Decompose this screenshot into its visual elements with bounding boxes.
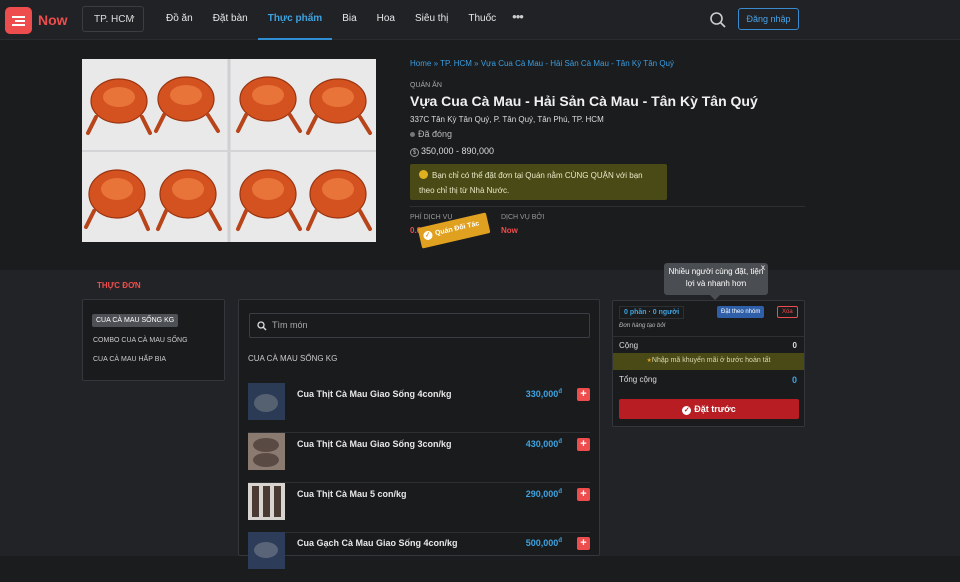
search-placeholder: Tìm món	[272, 320, 308, 330]
clear-cart-button[interactable]: Xóa	[777, 306, 798, 318]
add-dish-button[interactable]: +	[577, 537, 590, 550]
add-dish-button[interactable]: +	[577, 438, 590, 451]
store-address: 337C Tân Kỳ Tân Quý, P. Tân Quý, Tân Phú…	[410, 115, 604, 124]
dish-thumbnail	[248, 433, 285, 470]
dish-thumbnail	[248, 383, 285, 420]
menu-icon	[12, 15, 25, 26]
dish-thumbnail	[248, 483, 285, 520]
nav-item-thuoc[interactable]: Thuốc	[458, 0, 506, 40]
service-by-value: Now	[501, 226, 518, 235]
dish-price: 500,000đ	[526, 538, 562, 548]
service-fee-label: PHÍ DỊCH VỤ	[410, 214, 453, 221]
total-value: 0	[791, 375, 797, 385]
nav-item-do-an[interactable]: Đồ ăn	[156, 0, 203, 40]
add-dish-button[interactable]: +	[577, 388, 590, 401]
price-range: $350,000 - 890,000	[410, 146, 494, 157]
dish-name: Cua Thịt Cà Mau 5 con/kg	[297, 489, 407, 499]
status-text: Đã đóng	[418, 129, 453, 139]
close-icon[interactable]: x	[761, 262, 765, 274]
store-status: Đã đóng	[410, 129, 452, 139]
total-label: Tổng cộng	[619, 375, 657, 384]
dish-price-currency: đ	[558, 489, 562, 495]
promo-notice: ★Nhập mã khuyến mãi ở bước hoàn tất	[613, 353, 804, 370]
main-nav: Đồ ăn Đặt bàn Thực phẩm Bia Hoa Siêu thị…	[156, 0, 529, 40]
brand-logo[interactable]: Now	[38, 12, 68, 28]
nav-item-hoa[interactable]: Hoa	[367, 0, 405, 40]
category-list: CUA CÀ MAU SỐNG KG COMBO CUA CÀ MAU SỐNG…	[82, 299, 225, 381]
category-item[interactable]: COMBO CUA CÀ MAU SỐNG	[93, 337, 188, 344]
top-navbar: Now TP. HCM ▼ Đồ ăn Đặt bàn Thực phẩm Bia…	[0, 0, 960, 40]
store-kind: QUÁN ĂN	[410, 82, 442, 89]
divider	[613, 336, 804, 337]
cart-panel: 0 phần · 0 người Đặt theo nhóm Xóa Đơn h…	[612, 300, 805, 427]
dish-price: 330,000đ	[526, 389, 562, 399]
section-title: CUA CÀ MAU SỐNG KG	[248, 354, 338, 363]
dish-row: Cua Gạch Cà Mau Giao Sống 4con/kg 500,00…	[248, 532, 590, 582]
order-button-label: Đặt trước	[694, 404, 736, 414]
category-item[interactable]: CUA CÀ MAU HẤP BIA	[93, 356, 166, 363]
status-dot-icon	[410, 132, 415, 137]
dish-name: Cua Thịt Cà Mau Giao Sống 4con/kg	[297, 389, 452, 399]
dish-price-value: 430,000	[525, 439, 559, 449]
dish-row: Cua Thịt Cà Mau Giao Sống 3con/kg 430,00…	[248, 433, 590, 483]
divider	[410, 206, 805, 207]
cart-people-count: 0 phần · 0 người	[619, 306, 685, 319]
dish-price-value: 330,000	[525, 389, 559, 399]
menu-heading: THỰC ĐƠN	[97, 281, 141, 290]
breadcrumb[interactable]: Home » TP. HCM » Vựa Cua Cà Mau - Hải Sả…	[410, 59, 674, 68]
money-icon: $	[410, 148, 419, 157]
group-order-tooltip: Nhiều người cùng đặt, tiện lợi và nhanh …	[664, 262, 768, 300]
dish-row: Cua Thịt Cà Mau Giao Sống 4con/kg 330,00…	[248, 383, 590, 433]
login-button[interactable]: Đăng nhập	[738, 8, 799, 30]
city-label: TP. HCM	[94, 14, 134, 25]
dish-price-currency: đ	[558, 389, 562, 395]
group-order-button[interactable]: Đặt theo nhóm	[717, 306, 765, 318]
price-range-text: 350,000 - 890,000	[421, 146, 495, 156]
search-icon[interactable]	[709, 11, 727, 29]
store-name: Vựa Cua Cà Mau - Hải Sản Cà Mau - Tân Kỳ…	[410, 93, 758, 109]
check-icon: ✓	[682, 406, 692, 415]
promo-text: Nhập mã khuyến mãi ở bước hoàn tất	[651, 357, 771, 364]
dish-price-value: 500,000	[525, 538, 559, 548]
nav-item-bia[interactable]: Bia	[332, 0, 366, 40]
search-icon	[257, 321, 267, 331]
service-by-label: DỊCH VỤ BỞI	[501, 214, 545, 221]
more-icon[interactable]: •••	[506, 0, 529, 40]
check-icon: ✓	[422, 230, 434, 241]
partner-badge-text: Quán Đối Tác	[434, 220, 481, 238]
nav-item-thuc-pham[interactable]: Thực phẩm	[257, 0, 333, 40]
warning-icon	[419, 170, 428, 179]
order-creator: Đơn hàng tạo bởi	[619, 323, 666, 329]
dish-name: Cua Thịt Cà Mau Giao Sống 3con/kg	[297, 439, 452, 449]
nav-item-sieu-thi[interactable]: Siêu thị	[405, 0, 458, 40]
add-dish-button[interactable]: +	[577, 488, 590, 501]
dish-price-value: 290,000	[525, 489, 559, 499]
city-selector[interactable]: TP. HCM ▼	[82, 6, 144, 32]
chevron-down-icon: ▼	[129, 15, 136, 22]
subtotal-label: Cộng	[619, 341, 639, 350]
dish-price: 430,000đ	[526, 439, 562, 449]
order-button[interactable]: ✓ Đặt trước	[619, 399, 799, 419]
tooltip-text: Nhiều người cùng đặt, tiện lợi và nhanh …	[668, 267, 764, 288]
dish-price-currency: đ	[558, 439, 562, 445]
dish-price: 290,000đ	[526, 489, 562, 499]
category-item-active[interactable]: CUA CÀ MAU SỐNG KG	[92, 314, 179, 327]
subtotal-value: 0	[792, 341, 797, 350]
dish-price-currency: đ	[558, 538, 562, 544]
dish-thumbnail	[248, 532, 285, 569]
store-photo	[82, 59, 376, 242]
dish-row: Cua Thịt Cà Mau 5 con/kg 290,000đ +	[248, 483, 590, 533]
nav-item-dat-ban[interactable]: Đặt bàn	[203, 0, 258, 40]
notice-text: Bạn chỉ có thể đặt đơn tại Quán nằm CÙNG…	[419, 171, 643, 195]
hamburger-menu-button[interactable]	[5, 7, 32, 34]
district-notice: Bạn chỉ có thể đặt đơn tại Quán nằm CÙNG…	[410, 164, 667, 200]
dish-name: Cua Gạch Cà Mau Giao Sống 4con/kg	[297, 538, 458, 548]
